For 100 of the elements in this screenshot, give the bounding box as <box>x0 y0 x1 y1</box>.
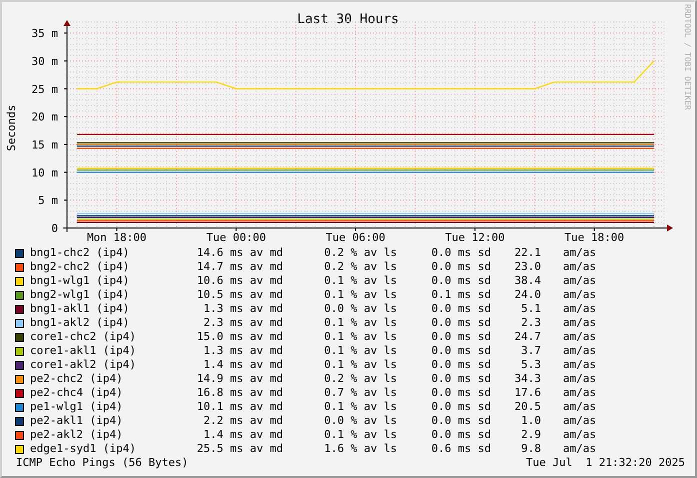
legend-loss: 0.7 % av ls <box>323 386 397 400</box>
legend-name: bng1-akl1 (ip4) <box>30 302 130 316</box>
legend-median: 15.0 ms av md <box>196 330 283 344</box>
legend-sd: 0.6 ms sd <box>430 442 491 456</box>
legend-name: edge1-syd1 (ip4) <box>30 442 137 456</box>
legend-loss: 0.0 % av ls <box>323 302 397 316</box>
legend-median: 2.3 ms av md <box>202 316 283 330</box>
legend-median: 14.7 ms av md <box>196 260 283 274</box>
y-tick-label: 15 m <box>32 138 58 152</box>
legend-loss: 0.2 % av ls <box>323 246 397 260</box>
legend-unit: am/as <box>563 372 596 386</box>
legend-median: 1.3 ms av md <box>202 344 283 358</box>
legend-loss: 0.1 % av ls <box>323 274 397 288</box>
x-tick-label: Tue 00:00 <box>206 231 266 244</box>
legend-unit: am/as <box>563 260 596 274</box>
y-tick-label: 10 m <box>32 166 58 180</box>
legend-sd: 0.0 ms sd <box>430 246 491 260</box>
legend-sd: 0.0 ms sd <box>430 260 491 274</box>
legend-unit: am/as <box>563 330 596 344</box>
legend-loss: 0.0 % av ls <box>323 414 397 428</box>
legend-unit: am/as <box>563 246 596 260</box>
legend-median: 10.1 ms av md <box>196 400 283 414</box>
y-tick-label: 30 m <box>32 54 58 68</box>
legend-unit: am/as <box>563 274 596 288</box>
y-tick-label: 20 m <box>32 110 58 124</box>
legend-loss: 1.6 % av ls <box>323 442 397 456</box>
legend-sd: 0.0 ms sd <box>430 302 491 316</box>
legend-median: 10.6 ms av md <box>196 274 283 288</box>
legend-ratio: 9.8 <box>520 442 541 456</box>
legend-name: pe2-chc4 (ip4) <box>30 386 124 400</box>
legend-ratio: 5.1 <box>520 302 541 316</box>
legend-median: 1.4 ms av md <box>202 358 283 372</box>
legend-loss: 0.1 % av ls <box>323 316 397 330</box>
x-tick-label: Tue 12:00 <box>445 231 505 244</box>
x-tick-label: Tue 06:00 <box>326 231 386 244</box>
legend-ratio: 34.3 <box>514 372 541 386</box>
legend-sd: 0.0 ms sd <box>430 372 491 386</box>
legend-loss: 0.1 % av ls <box>323 330 397 344</box>
legend-name: pe2-akl2 (ip4) <box>30 428 124 442</box>
legend-unit: am/as <box>563 414 596 428</box>
legend-loss: 0.2 % av ls <box>323 260 397 274</box>
legend-median: 25.5 ms av md <box>196 442 283 456</box>
legend-median: 2.2 ms av md <box>202 414 283 428</box>
legend-ratio: 2.9 <box>520 428 541 442</box>
legend-sd: 0.0 ms sd <box>430 330 491 344</box>
y-tick-label: 25 m <box>32 82 58 96</box>
legend-name: pe2-akl1 (ip4) <box>30 414 124 428</box>
legend-name: bng1-wlg1 (ip4) <box>30 274 130 288</box>
legend-unit: am/as <box>563 344 596 358</box>
x-tick-label: Tue 18:00 <box>564 231 624 244</box>
side-label: RRDTOOL / TOBI OETIKER <box>683 4 692 110</box>
legend-ratio: 5.3 <box>520 358 541 372</box>
legend-sd: 0.0 ms sd <box>430 400 491 414</box>
legend-ratio: 22.1 <box>514 246 541 260</box>
y-axis-label: Seconds <box>5 104 18 152</box>
legend-median: 16.8 ms av md <box>196 386 283 400</box>
legend-sd: 0.0 ms sd <box>430 344 491 358</box>
legend-loss: 0.2 % av ls <box>323 372 397 386</box>
legend-ratio: 38.4 <box>514 274 541 288</box>
legend-ratio: 2.3 <box>520 316 541 330</box>
legend-name: core1-akl1 (ip4) <box>30 344 137 358</box>
legend-name: core1-chc2 (ip4) <box>30 330 137 344</box>
y-tick-label: 5 m <box>38 194 58 208</box>
x-tick-label: Mon 18:00 <box>86 231 147 244</box>
legend-name: bng1-akl2 (ip4) <box>30 316 130 330</box>
legend-ratio: 23.0 <box>514 260 541 274</box>
legend-sd: 0.0 ms sd <box>430 414 491 428</box>
legend-sd: 0.0 ms sd <box>430 274 491 288</box>
legend-loss: 0.1 % av ls <box>323 358 397 372</box>
legend-unit: am/as <box>563 302 596 316</box>
legend-unit: am/as <box>563 428 596 442</box>
legend-ratio: 17.6 <box>514 386 541 400</box>
legend-sd: 0.0 ms sd <box>430 428 491 442</box>
legend-name: core1-akl2 (ip4) <box>30 358 137 372</box>
legend-median: 10.5 ms av md <box>196 288 283 302</box>
legend-ratio: 1.0 <box>520 414 541 428</box>
legend-median: 14.6 ms av md <box>196 246 283 260</box>
legend-loss: 0.1 % av ls <box>323 400 397 414</box>
legend-unit: am/as <box>563 442 596 456</box>
legend-median: 1.3 ms av md <box>202 302 283 316</box>
legend-unit: am/as <box>563 358 596 372</box>
legend-median: 14.9 ms av md <box>196 372 283 386</box>
legend-loss: 0.1 % av ls <box>323 288 397 302</box>
legend-ratio: 24.0 <box>514 288 541 302</box>
legend-ratio: 3.7 <box>520 344 541 358</box>
legend-sd: 0.0 ms sd <box>430 386 491 400</box>
legend-sd: 0.0 ms sd <box>430 316 491 330</box>
legend-sd: 0.0 ms sd <box>430 358 491 372</box>
legend-ratio: 24.7 <box>514 330 541 344</box>
probe-label: ICMP Echo Pings (56 Bytes) <box>16 456 188 470</box>
chart-title: Last 30 Hours <box>297 12 399 27</box>
legend-name: pe2-chc2 (ip4) <box>30 372 124 386</box>
legend-unit: am/as <box>563 288 596 302</box>
y-tick-label: 0 <box>51 222 58 235</box>
legend-unit: am/as <box>563 400 596 414</box>
legend-loss: 0.1 % av ls <box>323 344 397 358</box>
legend-name: pe1-wlg1 (ip4) <box>30 400 124 414</box>
legend-ratio: 20.5 <box>514 400 541 414</box>
timestamp: Tue Jul 1 21:32:20 2025 <box>526 456 685 470</box>
legend-unit: am/as <box>563 316 596 330</box>
